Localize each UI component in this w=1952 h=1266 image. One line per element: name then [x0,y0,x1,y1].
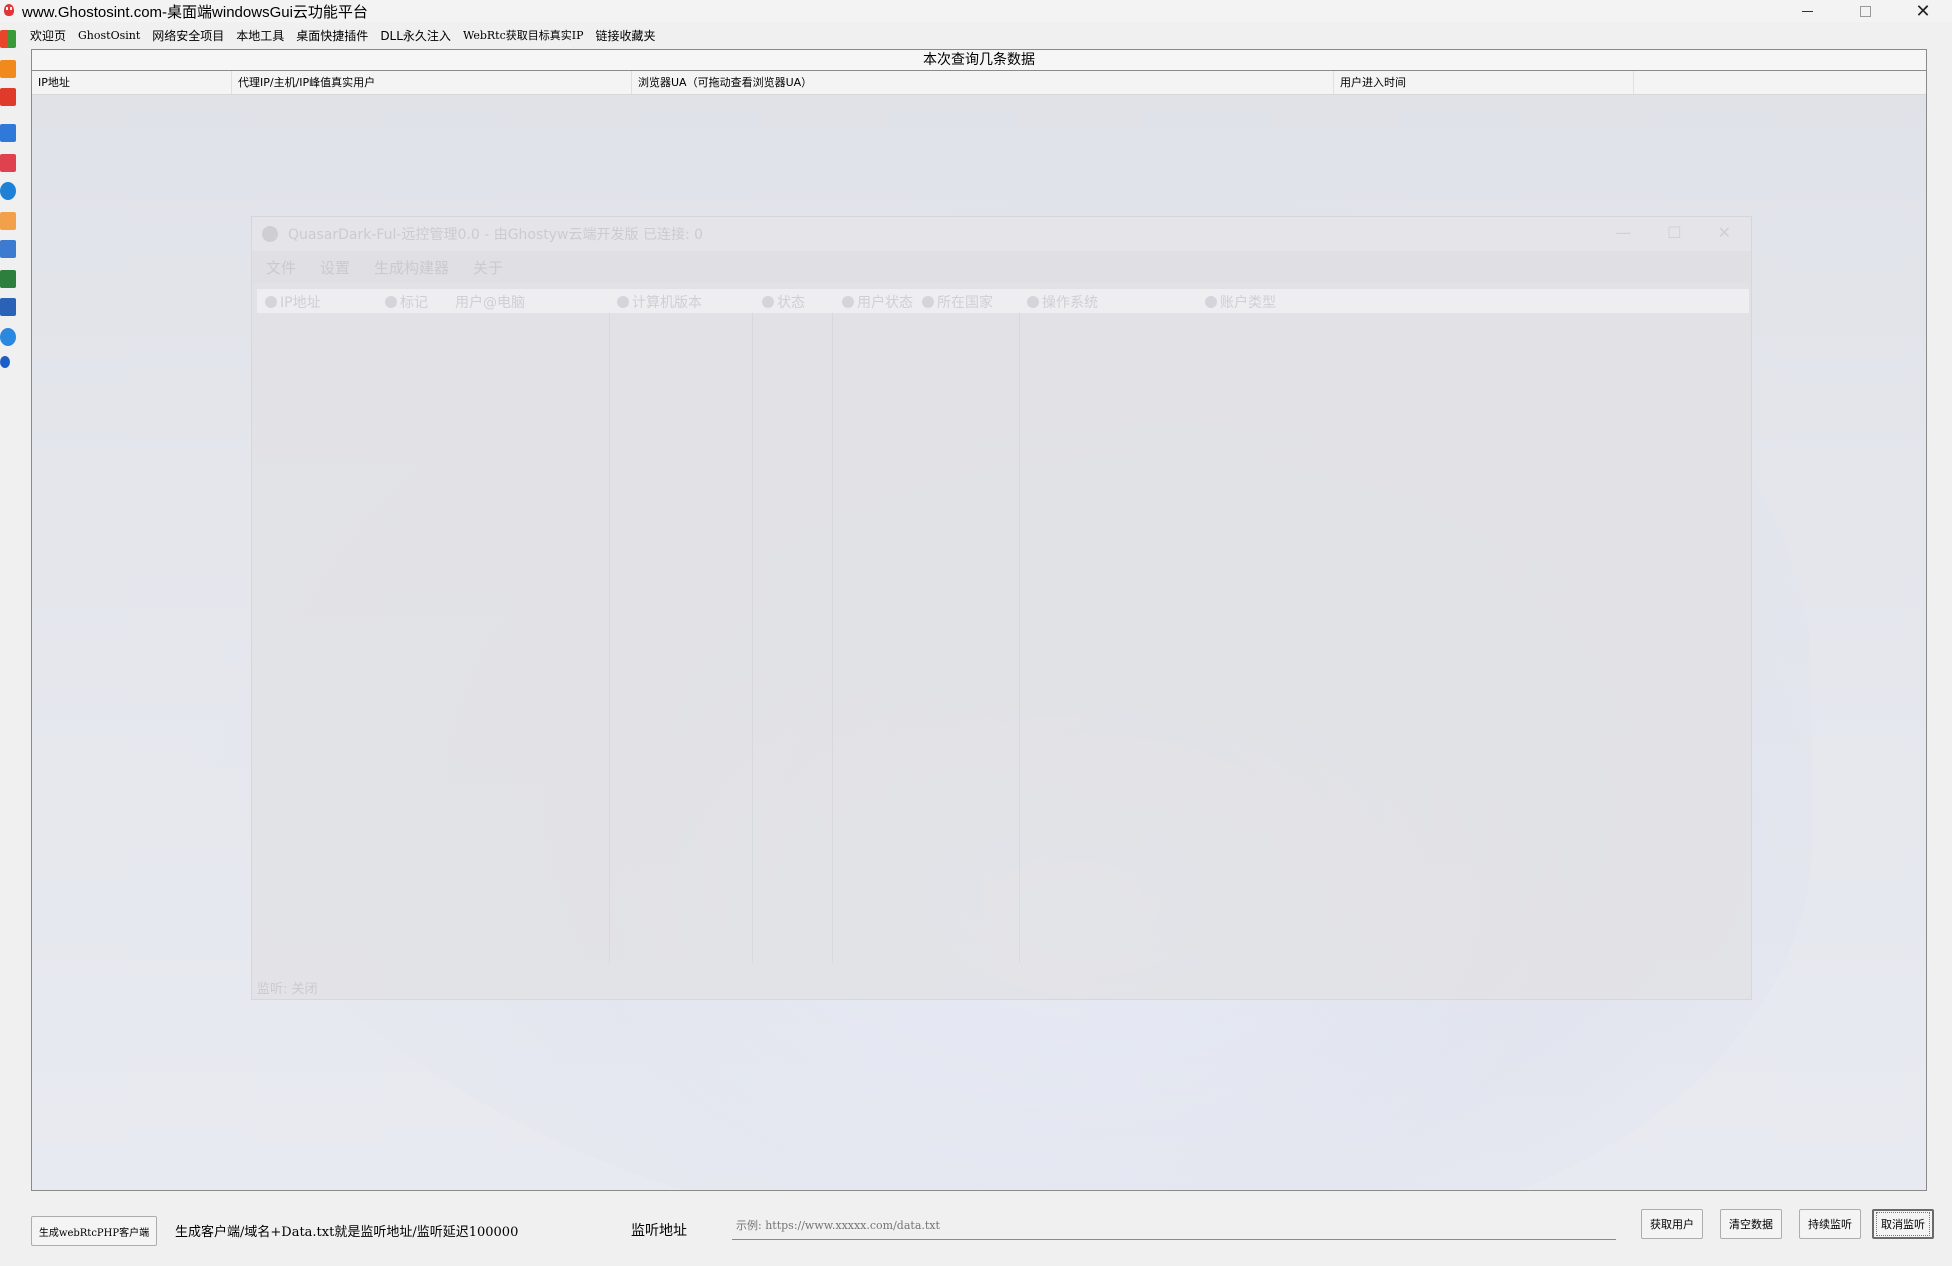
ghost-window-controls: — ☐ ✕ [1615,223,1731,242]
ghost-col-account: 账户类型 [1205,292,1276,312]
close-icon: ✕ [1915,0,1931,22]
globe-icon [922,296,934,308]
panel-header: 本次查询几条数据 [32,50,1926,71]
ghost-col-status: 状态 [762,292,805,312]
ghost-app-icon [262,226,278,242]
minimize-button[interactable] [1778,0,1836,22]
warning-icon [762,296,774,308]
cancel-listen-button[interactable]: 取消监听 [1872,1209,1934,1239]
close-button[interactable]: ✕ [1894,0,1952,22]
menu-bar: 欢迎页 GhostOsint 网络安全项目 本地工具 桌面快捷插件 DLL永久注… [24,24,662,46]
ghost-menu-about: 关于 [473,258,504,277]
account-icon [1205,296,1217,308]
title-bar: www.Ghostosint.com-桌面端windowsGui云功能平台 ✕ [0,0,1952,22]
col-empty [1634,71,1926,94]
ghost-col-os: 操作系统 [1027,292,1098,312]
menu-item-welcome[interactable]: 欢迎页 [24,27,72,44]
grid-line [1019,313,1020,963]
grid-line [752,313,753,963]
minimize-icon [1801,10,1813,12]
ghost-col-ip: IP地址 [265,292,321,312]
app-logo-icon [2,3,16,19]
col-ip[interactable]: IP地址 [32,71,232,94]
green-grid-icon[interactable] [0,270,16,288]
orange-doc-icon[interactable] [0,212,16,230]
hint-label: 生成客户端/域名+Data.txt就是监听地址/监听延迟100000 [175,1225,519,1240]
menu-item-link-favorites[interactable]: 链接收藏夹 [590,27,662,44]
menu-item-local-tools[interactable]: 本地工具 [230,27,290,44]
ghost-minimize-icon: — [1615,223,1632,242]
clear-data-button[interactable]: 清空数据 [1720,1209,1782,1239]
ghost-status: 监听: 关闭 [257,982,318,997]
menu-item-webrtc-real-ip[interactable]: WebRtc获取目标真实IP [457,27,590,43]
moon-icon[interactable] [0,356,10,368]
tag-icon [385,296,397,308]
ghost-col-user: 用户@电脑 [455,295,525,311]
ghost-menu-bar: 文件 设置 生成构建器 关于 [252,251,1751,283]
maximize-icon [1859,5,1871,17]
get-users-button[interactable]: 获取用户 [1641,1209,1703,1239]
listen-address-label: 监听地址 [631,1223,687,1239]
ghost-table-header: IP地址 标记 用户@电脑 计算机版本 状态 用户状态 所在国家 操作系统 账户… [257,289,1749,313]
generate-client-button[interactable]: 生成webRtcPHP客户端 [31,1216,157,1246]
blue-doc-icon[interactable] [0,298,16,316]
orange-icon[interactable] [0,60,16,78]
user-icon [842,296,854,308]
ghost-grid [257,313,1749,963]
ghost-title: QuasarDark-Ful-远控管理0.0 - 由Ghostyw云端开发版 已… [288,227,704,243]
continuous-listen-button[interactable]: 持续监听 [1799,1209,1861,1239]
table-header: IP地址 代理IP/主机/IP峰值真实用户 浏览器UA（可拖动查看浏览器UA） … [32,71,1926,95]
ghost-col-tag: 标记 [385,292,428,312]
computer-icon [617,296,629,308]
os-icon [1027,296,1039,308]
windows-logo-icon[interactable] [0,30,16,48]
ghost-menu-file: 文件 [266,258,297,277]
ghost-menu-settings: 设置 [320,258,351,277]
listen-address-input[interactable] [732,1212,1616,1240]
window-title: www.Ghostosint.com-桌面端windowsGui云功能平台 [22,3,368,21]
ie-icon[interactable] [0,182,16,200]
play-icon[interactable] [0,240,16,258]
ghost-title-bar: QuasarDark-Ful-远控管理0.0 - 由Ghostyw云端开发版 已… [252,217,1751,251]
ghost-menu-builder: 生成构建器 [374,258,450,277]
grid-line [609,313,610,963]
ghost-col-version: 计算机版本 [617,292,702,312]
ghost-overlay-window: QuasarDark-Ful-远控管理0.0 - 由Ghostyw云端开发版 已… [251,216,1752,1000]
maximize-button[interactable] [1836,0,1894,22]
ie-icon-2[interactable] [0,328,16,346]
lock-icon[interactable] [0,154,16,172]
col-proxy[interactable]: 代理IP/主机/IP峰值真实用户 [232,71,632,94]
ghost-col-country: 所在国家 [922,292,993,312]
grid-line [832,313,833,963]
ghost-close-icon: ✕ [1717,223,1731,242]
red-icon[interactable] [0,88,16,106]
menu-item-desktop-plugins[interactable]: 桌面快捷插件 [290,27,374,44]
col-browser-ua[interactable]: 浏览器UA（可拖动查看浏览器UA） [632,71,1334,94]
menu-item-security-projects[interactable]: 网络安全项目 [146,27,230,44]
left-icon-strip [0,26,18,376]
ghost-col-user-status: 用户状态 [842,292,913,312]
blue-panel-icon[interactable] [0,124,16,142]
col-entry-time[interactable]: 用户进入时间 [1334,71,1634,94]
menu-item-dll-injection[interactable]: DLL永久注入 [374,27,457,44]
ghost-maximize-icon: ☐ [1667,223,1682,242]
home-icon [265,296,277,308]
menu-item-ghostosint[interactable]: GhostOsint [72,29,146,42]
